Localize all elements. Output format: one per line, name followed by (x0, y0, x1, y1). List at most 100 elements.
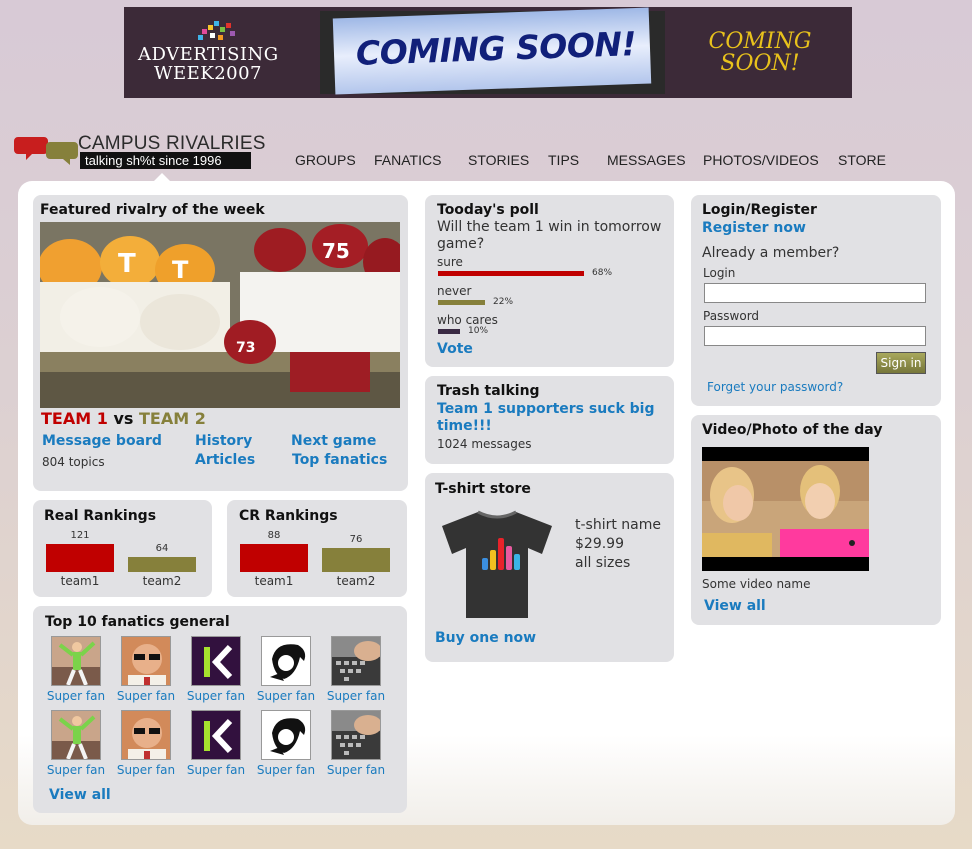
poll-percent: 68% (592, 268, 613, 278)
fanatics-view-all-link[interactable]: View all (49, 787, 111, 803)
nav-stories[interactable]: STORIES (468, 152, 529, 168)
k-logo-icon[interactable] (191, 710, 241, 760)
fanatic-name-link[interactable]: Super fan (111, 689, 181, 703)
ad-right-line1: COMING (708, 29, 812, 54)
poll-option-label[interactable]: sure (437, 255, 463, 269)
k-logo-icon[interactable] (191, 636, 241, 686)
team1-name[interactable]: TEAM 1 (41, 409, 108, 428)
fanatic-name-link[interactable]: Super fan (251, 763, 321, 777)
football-photo[interactable]: T T 75 73 (40, 222, 400, 408)
ranking-label-team1: team1 (60, 574, 100, 588)
site-tagline: talking sh%t since 1996 (80, 152, 251, 169)
buy-tshirt-link[interactable]: Buy one now (435, 630, 536, 646)
nav-groups[interactable]: GROUPS (295, 152, 356, 168)
trash-talking-title: Trash talking (437, 383, 540, 399)
advertising-week-logo-icon (194, 21, 244, 41)
ranking-bar-team2 (128, 557, 196, 572)
video-view-all-link[interactable]: View all (704, 598, 766, 614)
ad-left-text: ADVERTISING WEEK2007 (138, 45, 278, 83)
dancer-icon[interactable] (51, 710, 101, 760)
dancer-icon[interactable] (51, 636, 101, 686)
password-label: Password (703, 309, 760, 323)
trash-talking-headline[interactable]: Team 1 supporters suck big time!!! (437, 401, 662, 435)
poll-percent: 22% (493, 297, 514, 307)
nav-tips[interactable]: TIPS (548, 152, 579, 168)
sunglasses-man-icon[interactable] (121, 636, 171, 686)
poll-bar (438, 300, 485, 305)
fanatic-name-link[interactable]: Super fan (41, 763, 111, 777)
tshirt-icon[interactable] (438, 508, 556, 620)
fanatic-name-link[interactable]: Super fan (321, 689, 391, 703)
top-fanatics-link[interactable]: Top fanatics (292, 452, 387, 468)
ranking-value-team1: 121 (70, 530, 90, 541)
svg-text:T: T (118, 249, 136, 279)
poll-question: Will the team 1 win in tomorrow game? (437, 219, 662, 252)
fanatic-name-link[interactable]: Super fan (111, 763, 181, 777)
svg-text:T: T (172, 256, 189, 284)
active-tab-notch (154, 173, 170, 181)
vs-label: vs (113, 409, 134, 428)
fanatic-name-link[interactable]: Super fan (41, 689, 111, 703)
featured-title: Featured rivalry of the week (40, 202, 265, 218)
register-link[interactable]: Register now (702, 220, 806, 236)
video-thumbnail[interactable] (702, 447, 869, 571)
tshirt-name: t-shirt name (575, 517, 661, 533)
sunglasses-man-icon[interactable] (121, 710, 171, 760)
poll-bar (438, 329, 460, 334)
next-game-link[interactable]: Next game (291, 433, 376, 449)
ranking-value-team2: 76 (349, 534, 363, 545)
advertising-banner[interactable]: ADVERTISING WEEK2007 COMING SOON! COMING… (124, 7, 852, 98)
poll-title: Tooday's poll (437, 202, 539, 218)
poll-option-label[interactable]: who cares (437, 313, 498, 327)
ranking-bar-team1 (240, 544, 308, 572)
nav-photos-videos[interactable]: PHOTOS/VIDEOS (703, 152, 819, 168)
real-rankings-title: Real Rankings (44, 508, 157, 524)
ad-right-text: COMING SOON! (690, 31, 830, 75)
poll-option-label[interactable]: never (437, 284, 471, 298)
forgot-password-link[interactable]: Forget your password? (707, 380, 843, 394)
fanatic-name-link[interactable]: Super fan (181, 763, 251, 777)
fanatics-title: Top 10 fanatics general (45, 614, 230, 630)
keyboard-hand-icon[interactable] (331, 636, 381, 686)
history-link[interactable]: History (195, 433, 252, 449)
poll-bar (438, 271, 584, 276)
message-board-link[interactable]: Message board (42, 433, 162, 449)
fanatic-name-link[interactable]: Super fan (251, 689, 321, 703)
ranking-bar-team1 (46, 544, 114, 572)
ranking-value-team2: 64 (155, 543, 169, 554)
articles-link[interactable]: Articles (195, 452, 255, 468)
svg-text:75: 75 (322, 239, 350, 263)
ad-right-line2: SOON! (720, 51, 800, 76)
ranking-label-team2: team2 (336, 574, 376, 588)
rivalry-matchup: TEAM 1 vs TEAM 2 (41, 409, 206, 428)
speech-bubbles-logo-icon[interactable] (14, 134, 80, 168)
login-title: Login/Register (702, 202, 817, 218)
video-title: Video/Photo of the day (702, 422, 883, 438)
password-input[interactable] (704, 326, 926, 346)
ad-left-line2: WEEK2007 (153, 63, 263, 84)
login-input[interactable] (704, 283, 926, 303)
ranking-bar-team2 (322, 548, 390, 572)
nav-store[interactable]: STORE (838, 152, 886, 168)
ranking-value-team1: 88 (267, 530, 281, 541)
already-member-text: Already a member? (702, 245, 840, 261)
tshirt-store-title: T-shirt store (435, 481, 531, 497)
keyboard-hand-icon[interactable] (331, 710, 381, 760)
sketch-face-icon[interactable] (261, 710, 311, 760)
ranking-label-team2: team2 (142, 574, 182, 588)
svg-text:73: 73 (236, 340, 255, 356)
poll-percent: 10% (468, 326, 489, 336)
trash-talking-count: 1024 messages (437, 437, 532, 451)
vote-button[interactable]: Vote (437, 341, 473, 357)
sign-in-button[interactable]: Sign in (876, 352, 926, 374)
ad-left-line1: ADVERTISING (138, 44, 279, 65)
team2-name[interactable]: TEAM 2 (139, 409, 206, 428)
topics-count: 804 topics (42, 455, 105, 469)
video-name: Some video name (702, 577, 811, 591)
fanatic-name-link[interactable]: Super fan (181, 689, 251, 703)
fanatic-name-link[interactable]: Super fan (321, 763, 391, 777)
sketch-face-icon[interactable] (261, 636, 311, 686)
nav-messages[interactable]: MESSAGES (607, 152, 686, 168)
nav-fanatics[interactable]: FANATICS (374, 152, 441, 168)
tshirt-info: t-shirt name $29.99 all sizes (575, 516, 661, 573)
